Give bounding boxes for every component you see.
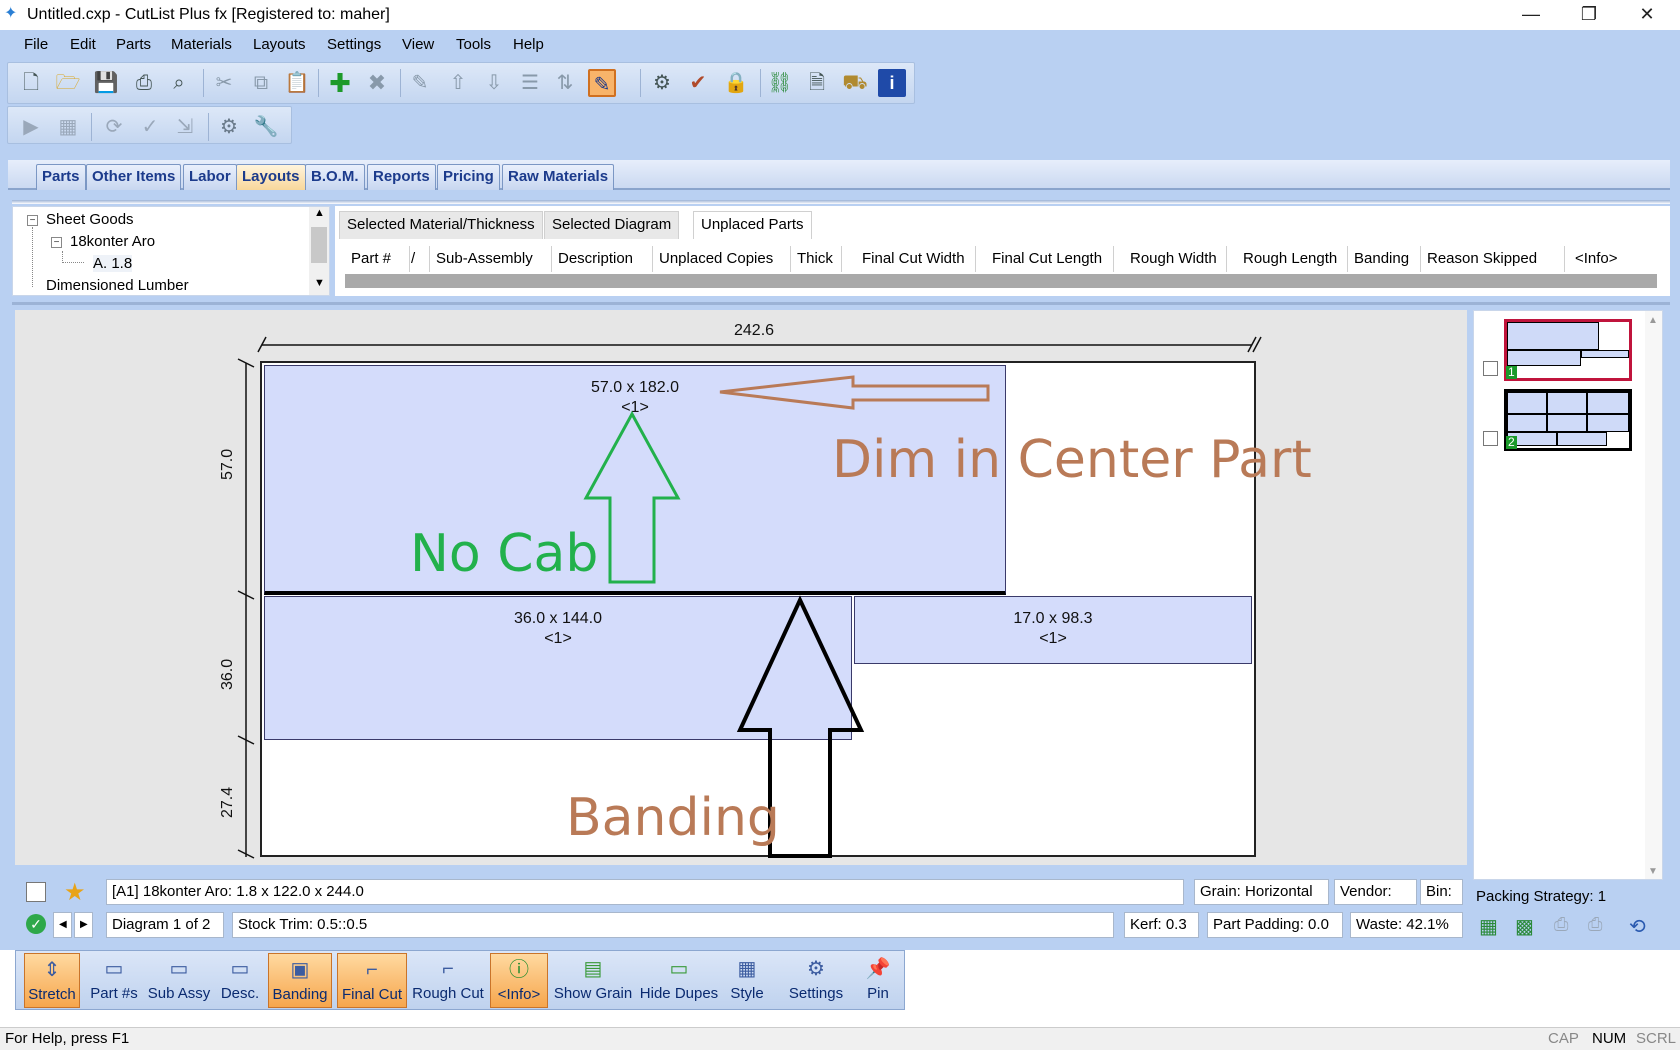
thumb-checkbox-2[interactable]: [1483, 431, 1498, 446]
sub-assy-button[interactable]: ▭ Sub Assy: [146, 953, 212, 1008]
caps-indicator: CAP: [1548, 1030, 1579, 1047]
scroll-down-icon[interactable]: ▼: [1648, 866, 1658, 877]
annotation-banding: Banding: [566, 788, 780, 848]
num-indicator: NUM: [1592, 1030, 1627, 1047]
thumb-diagram-2[interactable]: 2: [1504, 389, 1632, 451]
part-numbers-button[interactable]: ▭ Part #s: [86, 953, 142, 1008]
status-bar: For Help, press F1 CAP NUM SCRL: [0, 1027, 1680, 1050]
style-icon: ▦: [737, 958, 757, 980]
status-ok-icon[interactable]: ✓: [26, 914, 46, 934]
annotation-center: Dim in Center Part: [832, 430, 1312, 490]
print-diagram-icon[interactable]: ⎙: [1554, 914, 1568, 935]
scroll-up-icon[interactable]: ▲: [1648, 315, 1658, 326]
rough-cut-icon: ⌐: [442, 958, 454, 980]
display-toolbar: ⇕ Stretch ▭ Part #s ▭ Sub Assy ▭ Desc. ▣ Band…: [15, 950, 905, 1010]
info-circle-icon: ⓘ: [509, 959, 529, 981]
scroll-indicator: SCRL: [1636, 1030, 1677, 1047]
layout-grid-icon[interactable]: ▦: [1479, 914, 1498, 939]
thumb-diagram-1[interactable]: 1: [1504, 319, 1632, 381]
sub-assy-icon: ▭: [169, 958, 189, 980]
help-text: For Help, press F1: [5, 1030, 130, 1047]
diagram-thumbnails: 1 2 ▲ ▼: [1473, 310, 1663, 880]
stock-trim: Stock Trim: 0.5::0.5: [232, 912, 1114, 938]
grain-icon: ▤: [583, 958, 603, 980]
settings-button[interactable]: ⚙ Settings: [786, 953, 846, 1008]
dupes-icon: ▭: [669, 958, 689, 980]
pin-button[interactable]: 📌 Pin: [858, 953, 898, 1008]
hide-dupes-button[interactable]: ▭ Hide Dupes: [639, 953, 719, 1008]
print-all-icon[interactable]: ⎙: [1588, 914, 1602, 935]
optimize-icon[interactable]: ⟲: [1629, 914, 1646, 939]
stretch-button[interactable]: ⇕ Stretch: [24, 953, 80, 1008]
info-button[interactable]: ⓘ <Info>: [490, 953, 548, 1008]
desc-button[interactable]: ▭ Desc.: [218, 953, 262, 1008]
settings-gear-icon: ⚙: [807, 958, 825, 980]
thumb-number: 1: [1506, 365, 1517, 379]
sheet-info: [A1] 18konter Aro: 1.8 x 122.0 x 244.0: [106, 879, 1184, 905]
bin-info: Bin:: [1420, 879, 1463, 905]
kerf-info: Kerf: 0.3: [1124, 912, 1199, 938]
thumb-checkbox-1[interactable]: [1483, 361, 1498, 376]
prev-diagram-button[interactable]: ◀: [53, 912, 72, 938]
annotation-nocab: No Cab: [410, 524, 599, 584]
thumb-number: 2: [1506, 435, 1517, 449]
diagram-counter: Diagram 1 of 2: [106, 912, 224, 938]
desc-icon: ▭: [230, 958, 250, 980]
grain-info: Grain: Horizontal: [1194, 879, 1329, 905]
padding-info: Part Padding: 0.0: [1207, 912, 1343, 938]
final-cut-icon: ⌐: [366, 959, 378, 981]
banding-icon: ▣: [290, 959, 310, 981]
thumbs-scrollbar[interactable]: ▲ ▼: [1645, 311, 1662, 879]
rough-cut-button[interactable]: ⌐ Rough Cut: [412, 953, 484, 1008]
final-cut-button[interactable]: ⌐ Final Cut: [337, 953, 407, 1008]
style-button[interactable]: ▦ Style: [725, 953, 769, 1008]
packing-strategy: Packing Strategy: 1: [1476, 888, 1607, 905]
part-numbers-icon: ▭: [104, 958, 124, 980]
vendor-info: Vendor:: [1334, 879, 1417, 905]
show-grain-button[interactable]: ▤ Show Grain: [553, 953, 633, 1008]
stretch-icon: ⇕: [43, 959, 61, 981]
next-diagram-button[interactable]: ▶: [74, 912, 93, 938]
diagram-checkbox[interactable]: [26, 882, 46, 902]
banding-button[interactable]: ▣ Banding: [268, 953, 332, 1008]
layout-split-icon[interactable]: ▩: [1515, 914, 1534, 939]
waste-info: Waste: 42.1%: [1350, 912, 1463, 938]
pin-icon: 📌: [865, 958, 891, 980]
star-icon[interactable]: ★: [64, 878, 86, 907]
